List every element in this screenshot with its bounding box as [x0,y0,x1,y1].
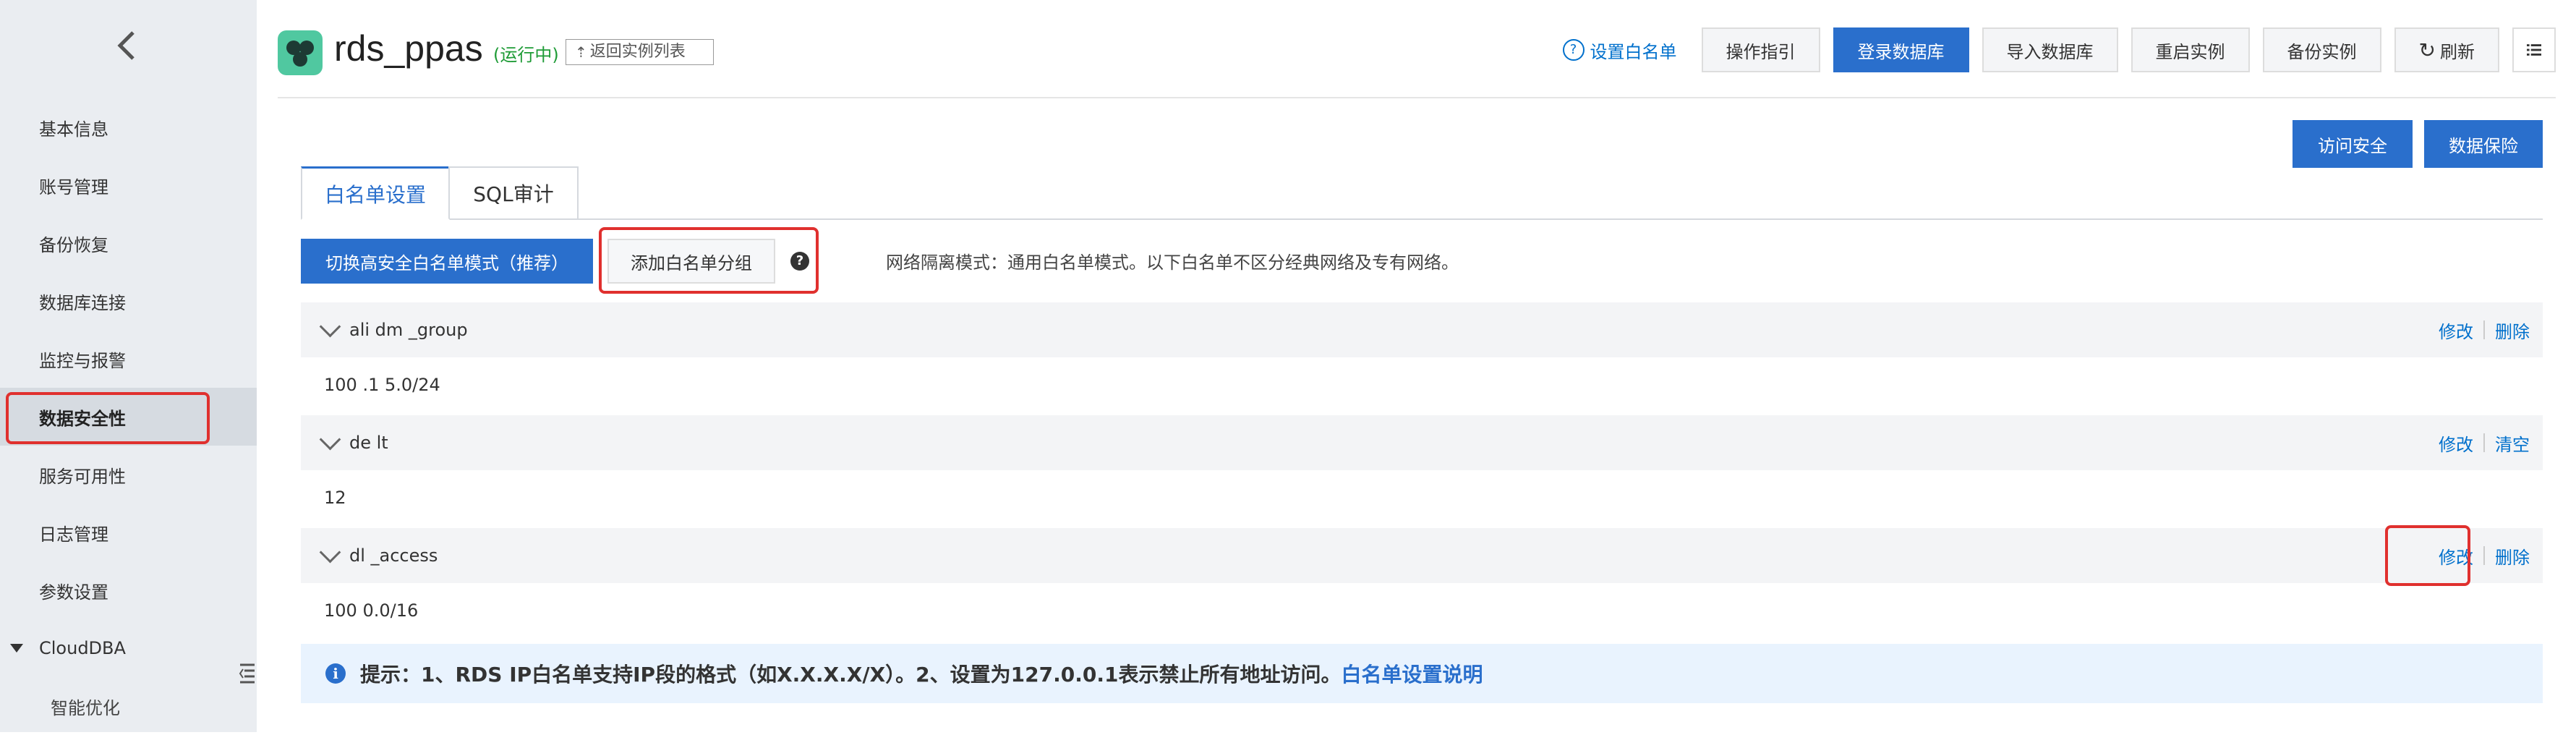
sidebar-highlight-box [6,392,210,444]
whitelist-group-header: de lt 修改 清空 [301,415,2543,470]
chevron-down-icon[interactable] [319,541,341,563]
guide-button[interactable]: 操作指引 [1701,27,1820,72]
sidebar-item-label: 日志管理 [39,524,108,545]
sidebar-item-parameters[interactable]: 参数设置 [0,561,257,619]
instance-header: rds_ppas (运行中) ⇡ 返回实例列表 ? 设置白名单 操作指引 登录数… [278,0,2556,98]
sidebar-item-smart-optimize[interactable]: 智能优化 [0,677,257,735]
group-name: de lt [349,433,388,453]
network-isolation-mode-text: 网络隔离模式：通用白名单模式。以下白名单不区分经典网络及专有网络。 [886,252,1459,273]
group-actions: 修改 清空 [2433,415,2536,470]
group-ip-list: 12 [324,488,346,508]
sidebar-item-label: 备份恢复 [39,234,108,255]
group-name: dl _access [349,545,438,566]
tab-bar: 白名单设置 SQL审计 [301,166,2543,220]
sidebar-item-label: 服务可用性 [39,466,126,487]
clear-group-link[interactable]: 清空 [2489,430,2536,456]
caret-down-icon [10,644,23,653]
add-whitelist-group-button[interactable]: 添加白名单分组 [607,239,775,284]
back-to-list-label: 返回实例列表 [589,43,686,61]
action-divider [2483,546,2485,565]
instance-name: rds_ppas [334,28,483,69]
sidebar-item-availability[interactable]: 服务可用性 [0,446,257,504]
collapse-sidebar-icon[interactable] [239,662,256,684]
tip-text: 提示：1、RDS IP白名单支持IP段的格式（如X.X.X.X/X）。2、设置为… [360,663,1342,687]
tip-banner: i 提示：1、RDS IP白名单支持IP段的格式（如X.X.X.X/X）。2、设… [301,644,2543,703]
header-actions: ? 设置白名单 操作指引 登录数据库 导入数据库 重启实例 备份实例 ↻ 刷新 [1562,26,2556,74]
sidebar-item-label: 监控与报警 [39,350,126,371]
restart-instance-button[interactable]: 重启实例 [2131,27,2250,72]
sidebar-item-label: CloudDBA [39,638,126,658]
sidebar-item-label: 账号管理 [39,177,108,197]
tab-whitelist-settings[interactable]: 白名单设置 [301,166,450,220]
refresh-icon: ↻ [2418,38,2436,62]
set-whitelist-label: 设置白名单 [1590,41,1677,62]
delete-group-link[interactable]: 删除 [2489,543,2536,569]
edit-group-link[interactable]: 修改 [2433,430,2479,456]
sidebar-item-label: 参数设置 [39,582,108,603]
backup-instance-button[interactable]: 备份实例 [2262,27,2381,72]
sidebar-item-label: 智能优化 [51,697,120,718]
question-circle-icon: ? [1562,39,1585,61]
sidebar: 基本信息 账号管理 备份恢复 数据库连接 监控与报警 数据安全性 服务可用性 日… [0,0,257,732]
whitelist-group-header: ali dm _group 修改 删除 [301,302,2543,357]
back-to-list-button[interactable]: ⇡ 返回实例列表 [566,39,714,65]
group-ip-list: 100 .1 5.0/24 [324,375,440,395]
sidebar-group-clouddba[interactable]: CloudDBA [0,619,257,677]
chevron-left-icon [117,31,135,60]
info-icon: i [325,663,346,684]
edit-group-link[interactable]: 修改 [2433,318,2479,343]
help-question-icon[interactable]: ? [790,252,809,271]
sidebar-item-backup-restore[interactable]: 备份恢复 [0,214,257,272]
group-ip-list: 100 0.0/16 [324,600,419,621]
list-icon [2527,44,2541,56]
sidebar-item-logs[interactable]: 日志管理 [0,504,257,561]
action-divider [2483,433,2485,452]
edit-highlight-box [2385,525,2470,586]
tab-sql-audit[interactable]: SQL审计 [448,166,579,218]
rds-logo-icon [278,30,323,75]
arrow-up-icon: ⇡ [575,43,587,61]
login-db-button[interactable]: 登录数据库 [1833,27,1969,72]
sidebar-item-label: 数据库连接 [39,292,126,313]
refresh-button[interactable]: ↻ 刷新 [2394,27,2499,72]
group-name: ali dm _group [349,320,468,340]
sidebar-item-monitoring[interactable]: 监控与报警 [0,330,257,388]
chevron-down-icon[interactable] [319,428,341,450]
set-whitelist-link[interactable]: ? 设置白名单 [1562,38,1677,63]
sidebar-item-basic-info[interactable]: 基本信息 [0,98,257,156]
sidebar-item-label: 基本信息 [39,119,108,140]
switch-high-security-mode-button[interactable]: 切换高安全白名单模式（推荐） [301,239,593,284]
whitelist-group-header: dl _access 修改 删除 [301,528,2543,583]
whitelist-docs-link[interactable]: 白名单设置说明 [1341,659,1483,688]
access-security-button[interactable]: 访问安全 [2293,120,2413,168]
chevron-down-icon[interactable] [319,315,341,337]
import-db-button[interactable]: 导入数据库 [1982,27,2118,72]
group-actions: 修改 删除 [2433,302,2536,357]
menu-list-button[interactable] [2512,27,2556,72]
instance-status: (运行中) [493,45,559,65]
delete-group-link[interactable]: 删除 [2489,318,2536,343]
sidebar-item-accounts[interactable]: 账号管理 [0,156,257,214]
refresh-label: 刷新 [2440,41,2475,62]
sidebar-item-db-connection[interactable]: 数据库连接 [0,272,257,330]
action-divider [2483,320,2485,339]
data-protection-button[interactable]: 数据保险 [2424,120,2543,168]
back-chevron-left-icon[interactable] [112,27,141,64]
